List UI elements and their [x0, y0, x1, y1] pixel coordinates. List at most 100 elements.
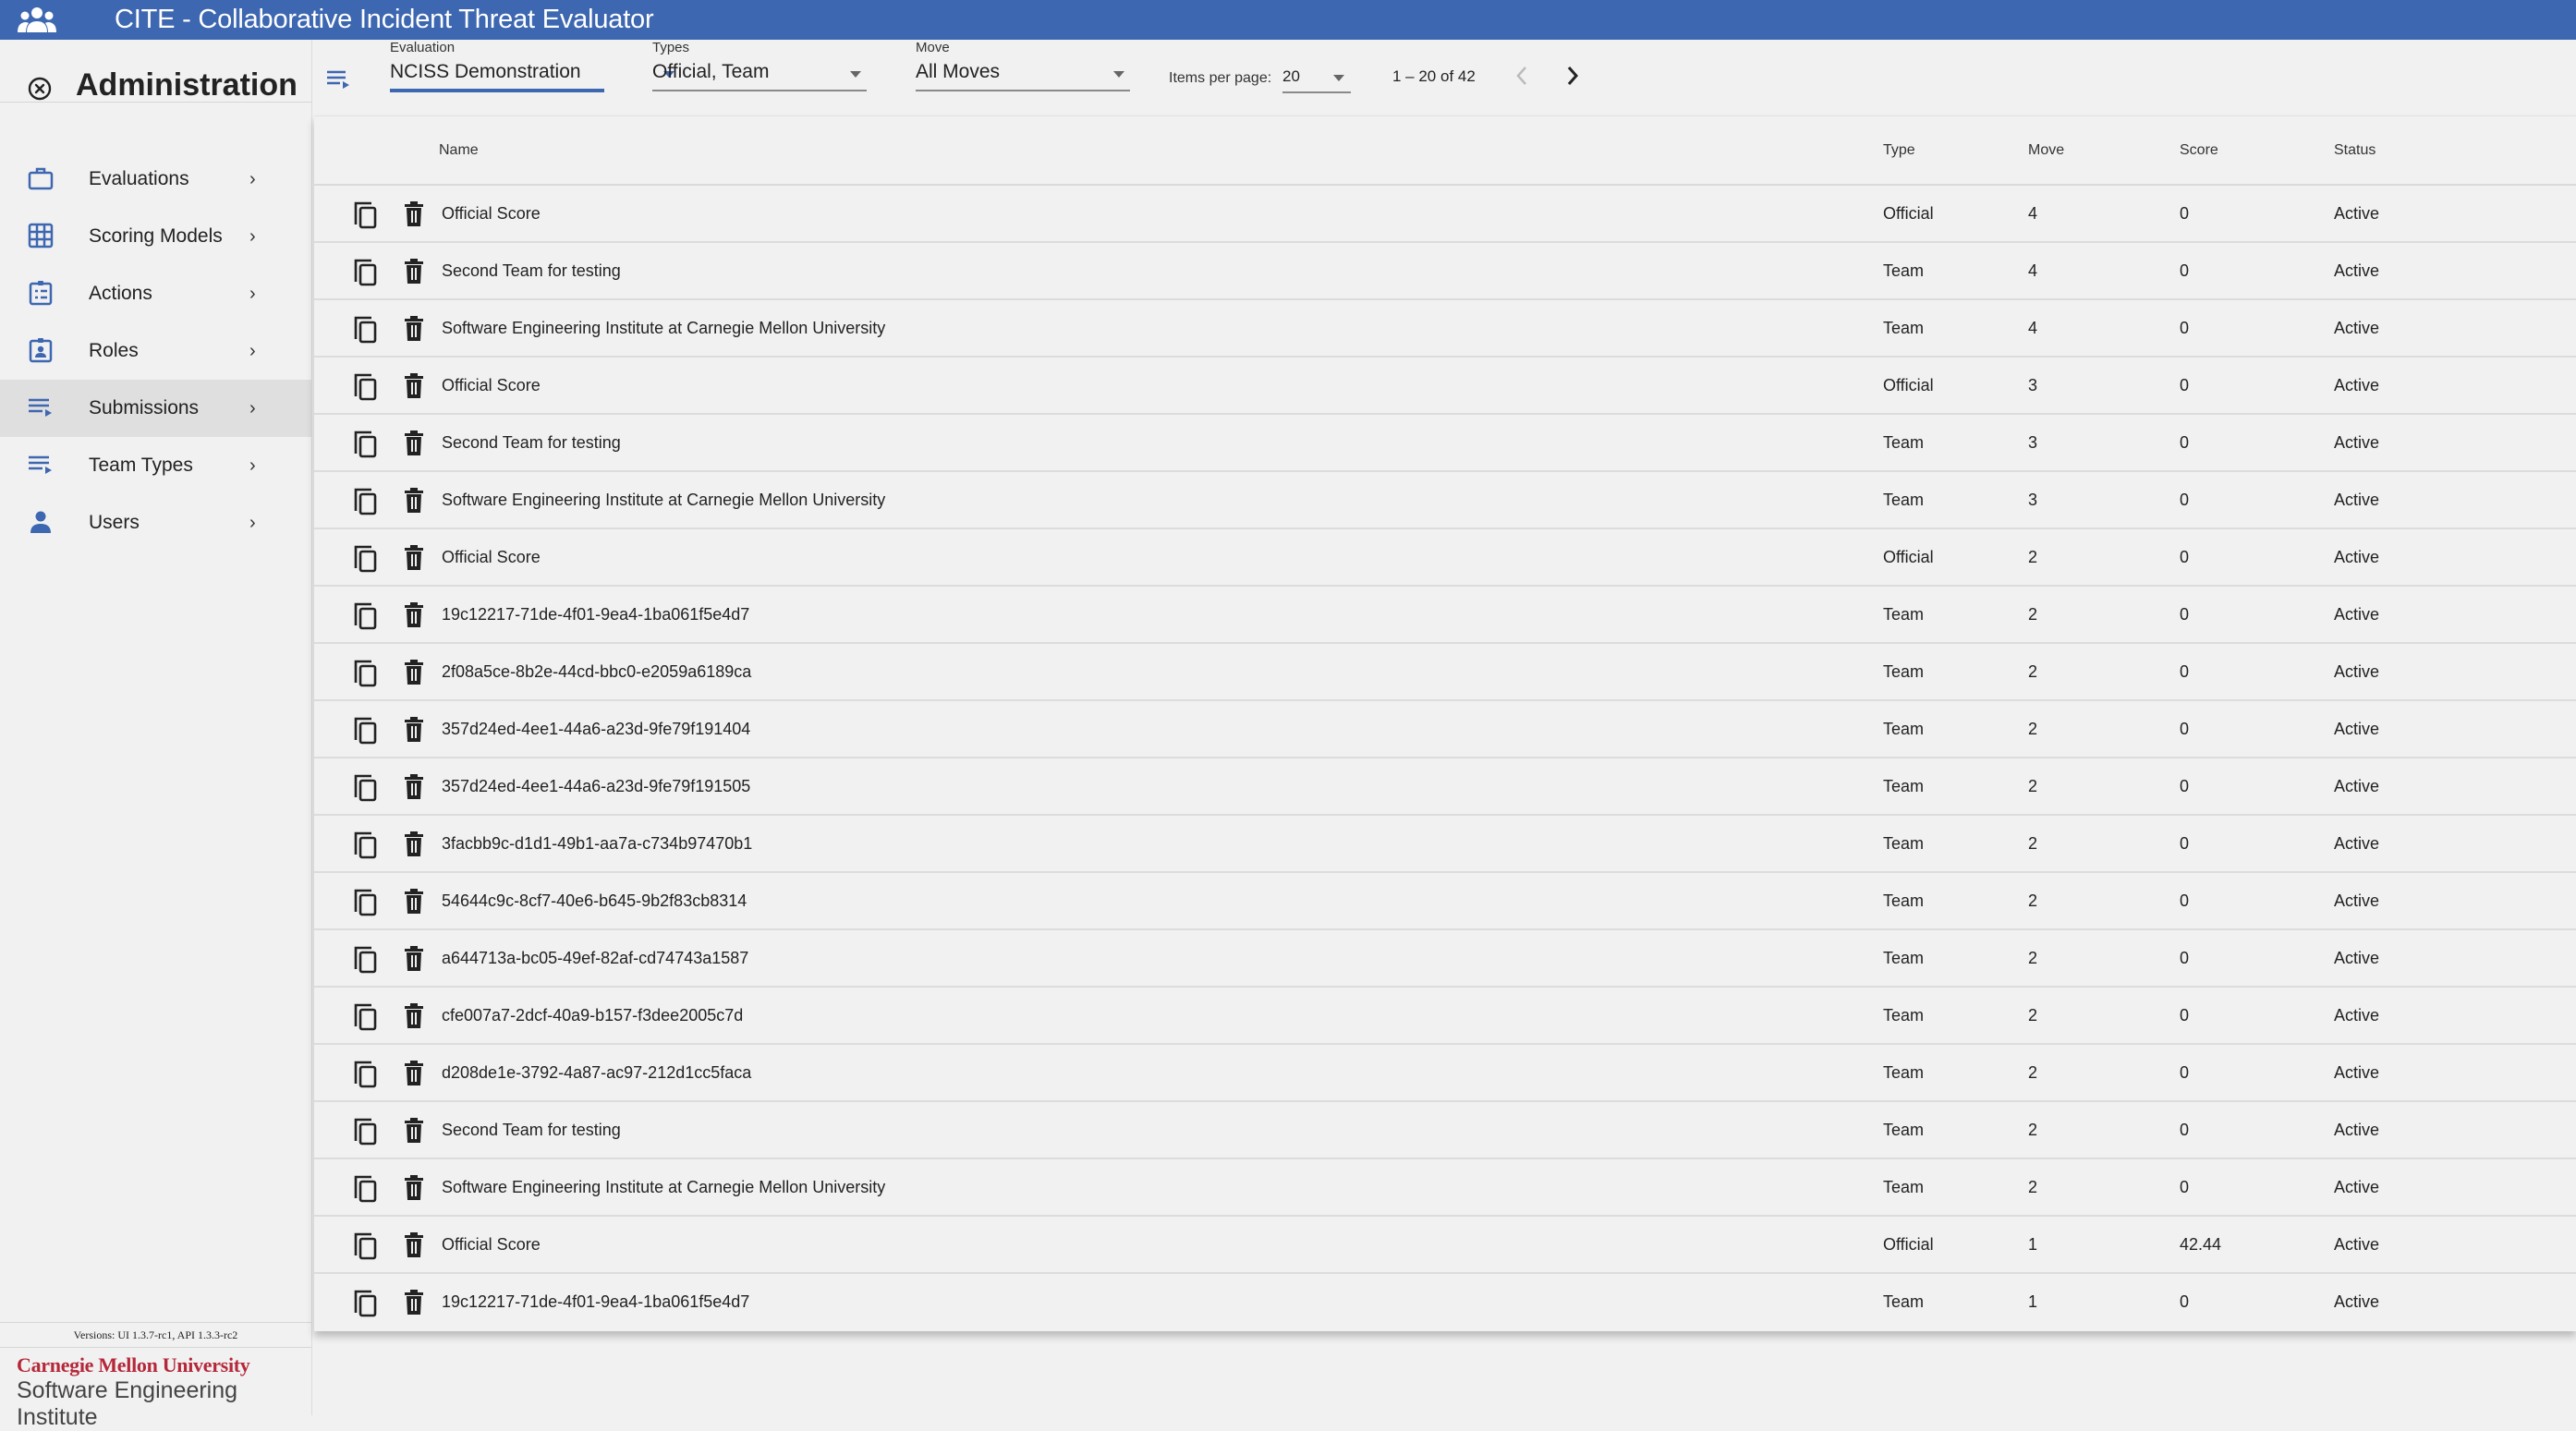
table-row[interactable]: Official Score Official 1 42.44 Active: [314, 1217, 2576, 1274]
trash-icon[interactable]: [403, 545, 425, 571]
trash-icon[interactable]: [403, 1175, 425, 1201]
trash-icon[interactable]: [403, 774, 425, 800]
trash-icon[interactable]: [403, 1061, 425, 1086]
cell-type: Team: [1883, 1178, 1925, 1196]
table-row[interactable]: Second Team for testing Team 2 0 Active: [314, 1102, 2576, 1159]
table-row[interactable]: Official Score Official 2 0 Active: [314, 529, 2576, 587]
chevron-right-icon: ›: [249, 225, 256, 247]
cell-type: Team: [1883, 891, 1925, 910]
version-info: Versions: UI 1.3.7-rc1, API 1.3.3-rc2: [0, 1322, 311, 1348]
copy-icon[interactable]: [353, 1231, 379, 1261]
column-header-score[interactable]: Score: [2180, 142, 2218, 159]
table-row[interactable]: 3facbb9c-d1d1-49b1-aa7a-c734b97470b1 Tea…: [314, 816, 2576, 873]
copy-icon[interactable]: [353, 601, 379, 631]
sidebar-item-label: Scoring Models: [89, 225, 223, 247]
sidebar-item-scoring-models[interactable]: Scoring Models ›: [0, 208, 311, 265]
close-circle-icon[interactable]: [28, 77, 52, 101]
copy-icon[interactable]: [353, 487, 379, 516]
sidebar-item-evaluations[interactable]: Evaluations ›: [0, 151, 311, 208]
copy-icon[interactable]: [353, 659, 379, 688]
cell-status: Active: [2334, 720, 2380, 738]
trash-icon[interactable]: [403, 660, 425, 685]
trash-icon[interactable]: [403, 1232, 425, 1258]
copy-icon[interactable]: [353, 544, 379, 574]
trash-icon[interactable]: [403, 316, 425, 342]
table-row[interactable]: 357d24ed-4ee1-44a6-a23d-9fe79f191505 Tea…: [314, 758, 2576, 816]
copy-icon[interactable]: [353, 945, 379, 975]
toggle-sidebar-icon[interactable]: [327, 69, 351, 90]
copy-icon[interactable]: [353, 1174, 379, 1204]
table-row[interactable]: d208de1e-3792-4a87-ac97-212d1cc5faca Tea…: [314, 1045, 2576, 1102]
trash-icon[interactable]: [403, 259, 425, 285]
copy-icon[interactable]: [353, 1002, 379, 1032]
trash-icon[interactable]: [403, 1003, 425, 1029]
cell-score: 0: [2180, 1178, 2190, 1196]
cell-name: Software Engineering Institute at Carneg…: [442, 491, 886, 509]
trash-icon[interactable]: [403, 431, 425, 456]
cell-score: 0: [2180, 720, 2190, 738]
trash-icon[interactable]: [403, 831, 425, 857]
column-header-status[interactable]: Status: [2334, 142, 2376, 159]
grid-icon: [28, 223, 54, 249]
trash-icon[interactable]: [403, 373, 425, 399]
dropdown-arrow-icon[interactable]: [1333, 75, 1344, 81]
table-row[interactable]: 357d24ed-4ee1-44a6-a23d-9fe79f191404 Tea…: [314, 701, 2576, 758]
copy-icon[interactable]: [353, 315, 379, 345]
copy-icon[interactable]: [353, 716, 379, 746]
trash-icon[interactable]: [403, 946, 425, 972]
sidebar-item-submissions[interactable]: Submissions ›: [0, 380, 311, 437]
sidebar-item-roles[interactable]: Roles ›: [0, 322, 311, 380]
table-row[interactable]: 19c12217-71de-4f01-9ea4-1ba061f5e4d7 Tea…: [314, 1274, 2576, 1331]
trash-icon[interactable]: [403, 201, 425, 227]
copy-icon[interactable]: [353, 430, 379, 459]
cell-name: Second Team for testing: [442, 261, 621, 280]
copy-icon[interactable]: [353, 1060, 379, 1089]
previous-page-button[interactable]: [1515, 64, 1528, 93]
table-row[interactable]: Software Engineering Institute at Carneg…: [314, 1159, 2576, 1217]
sidebar-header: Administration: [0, 40, 312, 103]
trash-icon[interactable]: [403, 889, 425, 915]
table-row[interactable]: Software Engineering Institute at Carneg…: [314, 472, 2576, 529]
cell-score: 0: [2180, 261, 2190, 280]
cell-type: Official: [1883, 376, 1934, 394]
table-row[interactable]: Software Engineering Institute at Carneg…: [314, 300, 2576, 358]
cell-type: Team: [1883, 605, 1925, 624]
table-row[interactable]: Official Score Official 4 0 Active: [314, 186, 2576, 243]
copy-icon[interactable]: [353, 372, 379, 402]
trash-icon[interactable]: [403, 602, 425, 628]
copy-icon[interactable]: [353, 1117, 379, 1146]
sidebar-item-team-types[interactable]: Team Types ›: [0, 437, 311, 494]
table-row[interactable]: Official Score Official 3 0 Active: [314, 358, 2576, 415]
trash-icon[interactable]: [403, 1290, 425, 1316]
table-row[interactable]: 54644c9c-8cf7-40e6-b645-9b2f83cb8314 Tea…: [314, 873, 2576, 930]
cell-name: a644713a-bc05-49ef-82af-cd74743a1587: [442, 949, 749, 967]
column-header-name[interactable]: Name: [439, 142, 479, 159]
table-row[interactable]: Second Team for testing Team 4 0 Active: [314, 243, 2576, 300]
column-header-move[interactable]: Move: [2028, 142, 2064, 159]
cell-score: 0: [2180, 204, 2190, 223]
chevron-right-icon: ›: [249, 512, 256, 533]
table-row[interactable]: a644713a-bc05-49ef-82af-cd74743a1587 Tea…: [314, 930, 2576, 988]
copy-icon[interactable]: [353, 200, 379, 230]
sidebar-item-actions[interactable]: Actions ›: [0, 265, 311, 322]
table-row[interactable]: Second Team for testing Team 3 0 Active: [314, 415, 2576, 472]
trash-icon[interactable]: [403, 1118, 425, 1144]
cell-type: Team: [1883, 834, 1925, 853]
copy-icon[interactable]: [353, 258, 379, 287]
cell-move: 4: [2028, 319, 2038, 337]
items-per-page-select[interactable]: 20: [1282, 67, 1300, 86]
table-row[interactable]: 19c12217-71de-4f01-9ea4-1ba061f5e4d7 Tea…: [314, 587, 2576, 644]
copy-icon[interactable]: [353, 1289, 379, 1318]
cell-score: 0: [2180, 949, 2190, 967]
copy-icon[interactable]: [353, 831, 379, 860]
table-row[interactable]: cfe007a7-2dcf-40a9-b157-f3dee2005c7d Tea…: [314, 988, 2576, 1045]
next-page-button[interactable]: [1566, 64, 1579, 93]
trash-icon[interactable]: [403, 717, 425, 743]
trash-icon[interactable]: [403, 488, 425, 514]
sidebar-item-label: Team Types: [89, 455, 193, 476]
copy-icon[interactable]: [353, 888, 379, 917]
table-row[interactable]: 2f08a5ce-8b2e-44cd-bbc0-e2059a6189ca Tea…: [314, 644, 2576, 701]
column-header-type[interactable]: Type: [1883, 142, 1915, 159]
copy-icon[interactable]: [353, 773, 379, 803]
sidebar-item-users[interactable]: Users ›: [0, 494, 311, 552]
